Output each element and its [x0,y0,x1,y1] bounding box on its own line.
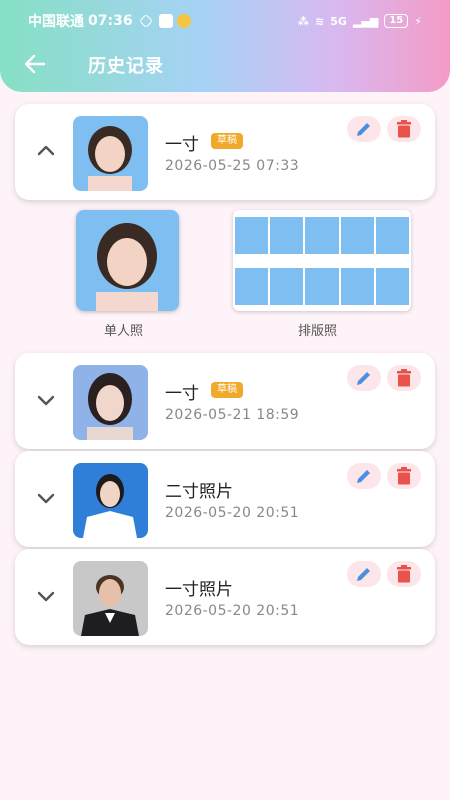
record-date: 2026-05-21 18:59 [165,407,300,423]
sheet-cell [270,268,304,305]
pencil-icon [357,470,370,483]
trash-icon [397,120,411,138]
expanded-panel: 单人照 排版照 [0,200,450,350]
delete-button[interactable] [387,463,421,489]
record-thumbnail[interactable] [73,561,148,636]
weather-icon [176,14,191,28]
app-header: 中国联通 07:36 ⁂ ≋ 5G ▂▄▆ 15 ⚡ 历史记录 [0,0,450,92]
record-thumbnail[interactable] [73,116,148,191]
sheet-cell [375,217,410,254]
chevron-down-icon[interactable] [35,487,57,509]
sheet-cell [375,268,410,305]
record-date: 2026-05-20 20:51 [165,505,300,521]
layout-sheet-preview[interactable] [233,210,411,311]
edit-button[interactable] [347,365,381,391]
trash-icon [397,369,411,387]
status-time: 07:36 [88,13,133,29]
sheet-cell [340,217,374,254]
page-title: 历史记录 [88,56,164,77]
pencil-icon [357,123,370,136]
network-type: 5G [330,14,347,28]
sheet-cell [305,217,339,254]
record-date: 2026-05-20 20:51 [165,603,300,619]
pencil-icon [357,568,370,581]
delete-button[interactable] [387,116,421,142]
single-photo-label: 单人照 [104,324,144,339]
chevron-down-icon[interactable] [35,585,57,607]
battery-icon: 15 [384,14,409,28]
app-notification-icon [158,14,173,28]
trash-icon [397,565,411,583]
record-name: 一寸 [165,384,199,404]
back-arrow-icon[interactable] [22,52,48,76]
draft-badge: 草稿 [211,382,243,398]
record-thumbnail[interactable] [73,365,148,440]
sheet-cell [270,217,304,254]
record-thumbnail[interactable] [73,463,148,538]
delete-button[interactable] [387,561,421,587]
wifi-icon: ≋ [315,14,325,28]
edit-button[interactable] [347,116,381,142]
charging-icon: ⚡ [414,14,422,28]
delete-button[interactable] [387,365,421,391]
pencil-icon [357,372,370,385]
record-name: 一寸照片 [165,580,233,600]
record-card[interactable]: 一寸 草稿 2026-05-21 18:59 [15,353,435,449]
vpn-icon [138,13,153,29]
sheet-cell [305,268,339,305]
record-name: 二寸照片 [165,482,233,502]
draft-badge: 草稿 [211,133,243,149]
signal-icon: ⁂ [297,14,310,28]
record-date: 2026-05-25 07:33 [165,158,300,174]
trash-icon [397,467,411,485]
chevron-down-icon[interactable] [35,389,57,411]
record-card[interactable]: 一寸 草稿 2026-05-25 07:33 [15,104,435,200]
single-photo-preview[interactable] [76,210,179,311]
sheet-cell [235,268,269,305]
cell-signal-icon: ▂▄▆ [352,14,379,28]
sheet-cell [235,217,269,254]
carrier-text: 中国联通 [28,14,84,30]
record-name: 一寸 [165,135,199,155]
edit-button[interactable] [347,463,381,489]
layout-sheet-label: 排版照 [298,324,338,339]
chevron-up-icon[interactable] [35,140,57,162]
edit-button[interactable] [347,561,381,587]
record-card[interactable]: 一寸照片 2026-05-20 20:51 [15,549,435,645]
sheet-cell [340,268,374,305]
status-bar: 中国联通 07:36 ⁂ ≋ 5G ▂▄▆ 15 ⚡ [0,0,450,42]
record-card[interactable]: 二寸照片 2026-05-20 20:51 [15,451,435,547]
